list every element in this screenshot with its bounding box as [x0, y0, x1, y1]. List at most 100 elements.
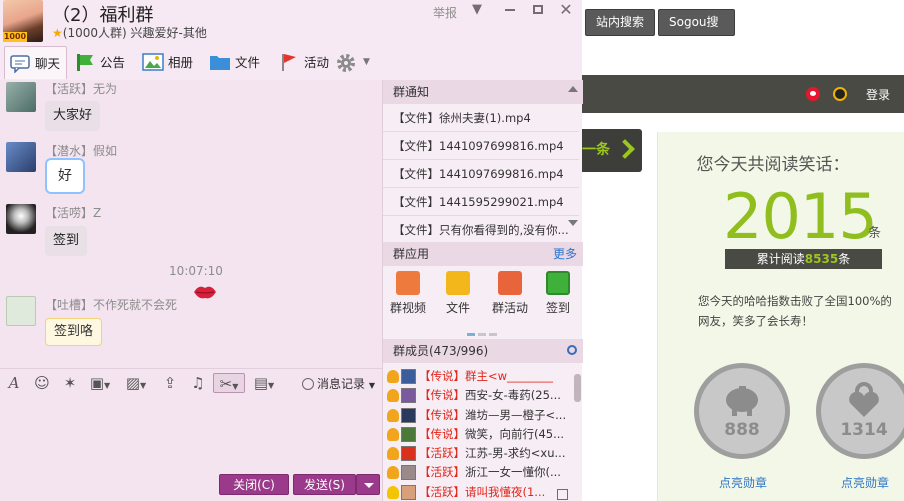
list-item[interactable]: 【文件】只有你看得到的,没有你...	[383, 216, 579, 244]
member-name: 微笑，向前行(45...	[465, 426, 565, 441]
list-item[interactable]: 【传说】微笑，向前行(45...	[383, 425, 575, 444]
clock-icon	[302, 378, 314, 390]
member-tag: 【传说】	[419, 407, 465, 422]
list-item[interactable]: 【传说】群主<w________	[383, 367, 575, 386]
light-medal-link[interactable]: 点亮勋章	[841, 474, 889, 491]
send-button[interactable]: 发送(S)	[293, 474, 356, 495]
group-meta-text: (1000人群) 兴趣爱好-其他	[62, 26, 207, 40]
member-tag: 【活跃】	[419, 484, 465, 499]
list-item[interactable]: 【活跃】请叫我懂夜(1...	[383, 483, 575, 501]
tab-label: 聊天	[35, 56, 61, 71]
list-item[interactable]: 【文件】1441595299021.mp4	[383, 188, 579, 216]
admin-icon	[387, 427, 399, 441]
list-item[interactable]: 【文件】1441097699816.mp4	[383, 160, 579, 188]
chevron-down-icon: ▼	[368, 381, 375, 390]
site-search-button[interactable]: 站内搜索	[585, 9, 655, 36]
search-icon[interactable]	[567, 345, 577, 355]
list-item[interactable]: 【文件】1441097699816.mp4	[383, 132, 579, 160]
message-record-button[interactable]: 消息记录 ▼	[302, 375, 375, 392]
send-options-button[interactable]	[356, 474, 380, 495]
admin-icon	[387, 447, 399, 461]
read-count: 2015	[723, 180, 878, 253]
flag-icon	[498, 271, 522, 295]
light-medal-link[interactable]: 点亮勋章	[719, 474, 767, 491]
chat-message-area[interactable]: 【活跃】无为 大家好 【潜水】假如 好 【活唠】Z 签到 10:07:10 【吐…	[0, 80, 382, 368]
tab-album[interactable]: 相册	[138, 46, 202, 79]
font-icon[interactable]: A	[4, 373, 24, 393]
maximize-icon[interactable]	[531, 3, 545, 17]
member-name: 江苏-男-求约<xu...	[465, 446, 566, 461]
menu-dropdown-icon[interactable]: ▼	[470, 3, 484, 17]
apps-more-link[interactable]: 更多	[553, 242, 577, 266]
member-list[interactable]: 【传说】群主<w________ 【传说】西安-女-毒药(25... 【传说】潍…	[383, 367, 575, 501]
message-input[interactable]: 关闭(C) 发送(S)	[0, 396, 382, 501]
sogou-search-button[interactable]: Sogou搜索	[658, 9, 735, 54]
message-sender[interactable]: 【活唠】Z	[45, 204, 101, 221]
input-toolbar: A ☺ ✶ ▣▼ ▨▼ ⇪ ♫ ✂▼ ▤▼ 消息记录 ▼	[0, 368, 382, 396]
message-bubble: 大家好	[45, 101, 101, 131]
red-flag-icon	[282, 54, 296, 71]
members-title: 群成员(473/996)	[393, 344, 489, 358]
app-group-video[interactable]: 群视频	[385, 271, 431, 316]
emoji-icon[interactable]: ☺	[32, 373, 52, 393]
avatar[interactable]	[6, 204, 36, 234]
tab-label: 文件	[235, 55, 261, 70]
message-bubble: 签到咯	[45, 318, 103, 346]
group-meta: ★(1000人群) 兴趣爱好-其他	[52, 24, 207, 41]
music-icon[interactable]: ♫	[188, 373, 208, 393]
apps-pager[interactable]	[467, 325, 500, 339]
message-sender[interactable]: 【活跃】无为	[45, 80, 117, 97]
member-tag: 【活跃】	[419, 465, 465, 480]
edit-icon[interactable]	[557, 489, 568, 500]
list-item[interactable]: 【活跃】浙江一女一懂你(...	[383, 463, 575, 482]
tab-bar: 聊天 公告 相册 文件 活动 ▼	[0, 46, 582, 80]
avatar	[401, 484, 416, 500]
scroll-up-icon[interactable]	[568, 86, 578, 92]
window-header: 1000 （2）福利群 ★(1000人群) 兴趣爱好-其他 举报 ▼ ✕ 聊天 …	[0, 0, 582, 80]
avatar[interactable]	[6, 82, 36, 112]
group-side-panel: 群通知 【文件】徐州夫妻(1).mp4 【文件】1441097699816.mp…	[382, 80, 583, 501]
group-avatar[interactable]: 1000	[3, 0, 43, 42]
message-sender[interactable]: 【吐槽】不作死就不会死	[45, 296, 177, 313]
tab-settings[interactable]: ▼	[335, 46, 375, 79]
avatar	[401, 426, 416, 442]
avatar[interactable]	[6, 142, 36, 172]
app-files[interactable]: 文件	[435, 271, 481, 316]
total-read-value: 8535	[804, 252, 839, 266]
report-link[interactable]: 举报	[433, 4, 457, 21]
avatar[interactable]	[6, 296, 36, 326]
beat-text: 您今天的哈哈指数击败了全国100%的网友，笑多了会长寿！	[698, 294, 892, 328]
image-icon[interactable]: ▨▼	[122, 373, 150, 393]
list-item[interactable]: 【活跃】江苏-男-求约<xu...	[383, 444, 575, 463]
qq-penguin-icon[interactable]	[833, 87, 847, 101]
gift-icon[interactable]: ▣▼	[86, 373, 114, 393]
message-sender[interactable]: 【潜水】假如	[45, 142, 117, 159]
magic-wand-icon[interactable]: ✶	[60, 373, 80, 393]
list-item[interactable]: 【文件】徐州夫妻(1).mp4	[383, 104, 579, 132]
more-tools-icon[interactable]: ▤▼	[250, 373, 278, 393]
tab-files[interactable]: 文件	[205, 46, 269, 79]
screenshot-scissors-icon[interactable]: ✂▼	[213, 373, 245, 393]
close-button[interactable]: 关闭(C)	[219, 474, 289, 495]
tab-chat[interactable]: 聊天	[4, 46, 67, 79]
minimize-icon[interactable]	[503, 3, 517, 17]
app-checkin[interactable]: 签到	[535, 271, 581, 316]
list-item[interactable]: 【传说】西安-女-毒药(25...	[383, 386, 575, 405]
member-list-scrollbar[interactable]	[574, 374, 581, 402]
weibo-icon[interactable]	[806, 87, 820, 101]
close-icon[interactable]: ✕	[559, 2, 573, 18]
avatar	[401, 465, 416, 481]
upload-icon[interactable]: ⇪	[160, 373, 180, 393]
gear-icon	[337, 54, 355, 72]
chevron-right-icon	[615, 139, 635, 159]
app-group-activity[interactable]: 群活动	[487, 271, 533, 316]
login-link[interactable]: 登录	[866, 86, 890, 103]
scroll-down-icon[interactable]	[568, 220, 578, 226]
next-joke-button[interactable]: 一条	[580, 129, 642, 172]
list-item[interactable]: 【传说】潍坊—男—橙子<...	[383, 406, 575, 425]
checkbox-icon	[546, 271, 570, 295]
group-size-badge: 1000	[3, 32, 27, 42]
app-label: 群活动	[491, 301, 528, 315]
tab-activity[interactable]: 活动	[274, 46, 338, 79]
tab-notice[interactable]: 公告	[70, 46, 134, 79]
